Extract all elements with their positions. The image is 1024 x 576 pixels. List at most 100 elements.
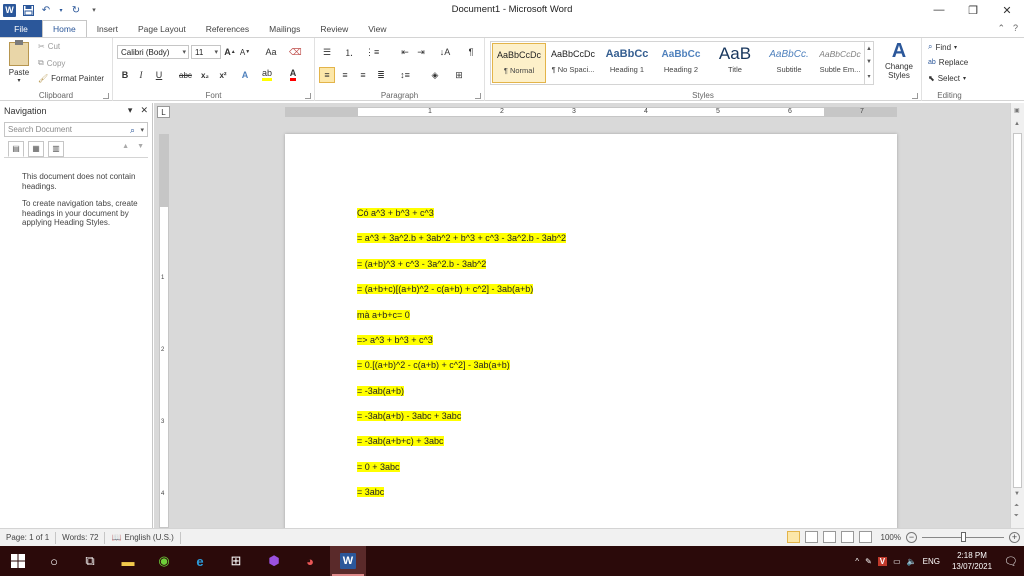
subscript-button[interactable]: x₂	[199, 68, 211, 82]
decrease-indent-icon[interactable]: ⇤	[399, 45, 411, 59]
zoom-knob[interactable]	[960, 532, 966, 542]
chrome-icon[interactable]: ◕	[292, 546, 328, 576]
redo-icon[interactable]: ↻	[70, 4, 82, 16]
undo-dropdown-icon[interactable]: ▾	[58, 4, 64, 16]
next-icon[interactable]: ▼	[137, 143, 144, 150]
show-hide-button[interactable]: ¶	[465, 45, 477, 59]
tab-home[interactable]: Home	[42, 20, 87, 37]
superscript-button[interactable]: x²	[217, 68, 229, 82]
change-styles-button[interactable]: A Change Styles	[879, 40, 919, 80]
paste-button[interactable]: Paste ▾	[6, 40, 32, 84]
language-indicator[interactable]: 📖 English (U.S.)	[105, 531, 181, 544]
text-line[interactable]: = (a+b)^3 + c^3 - 3a^2.b - 3ab^2	[357, 259, 487, 269]
strikethrough-button[interactable]: abc	[179, 68, 192, 82]
style-title[interactable]: AaB Title	[708, 43, 762, 83]
replace-button[interactable]: ab Replace	[928, 58, 968, 67]
clipboard-launcher-icon[interactable]	[103, 93, 109, 99]
style-subtitle[interactable]: AaBbCc. Subtitle	[762, 43, 816, 83]
bold-button[interactable]: B	[119, 68, 131, 82]
tab-page-layout[interactable]: Page Layout	[128, 20, 196, 37]
italic-button[interactable]: I	[135, 68, 147, 82]
clear-formatting-icon[interactable]: ⌫	[289, 45, 302, 59]
align-center-icon[interactable]: ≡	[339, 68, 351, 82]
cut-button[interactable]: ✂ Cut	[38, 42, 60, 51]
font-name-select[interactable]: Calibri (Body) ▾	[117, 45, 189, 59]
nav-options-icon[interactable]: ▾	[128, 105, 133, 116]
search-circle-icon[interactable]: ○	[36, 546, 72, 576]
text-line[interactable]: = 3abc	[357, 487, 385, 497]
minimize-ribbon-icon[interactable]: ⌃	[997, 23, 1005, 34]
increase-indent-icon[interactable]: ⇥	[415, 45, 427, 59]
scrollbar-thumb[interactable]	[1013, 133, 1022, 488]
browse-pages-icon[interactable]: ▦	[28, 140, 44, 157]
font-launcher-icon[interactable]	[305, 93, 311, 99]
pen-icon[interactable]: ✎	[865, 557, 872, 566]
search-icon[interactable]: ⌕	[130, 125, 135, 136]
save-icon[interactable]	[22, 4, 34, 16]
start-button[interactable]	[0, 546, 36, 576]
minimize-icon[interactable]: —	[922, 0, 956, 20]
previous-page-icon[interactable]: ⏶	[1014, 503, 1019, 510]
styles-launcher-icon[interactable]	[912, 93, 918, 99]
ruler-toggle-icon[interactable]: ▣	[1014, 107, 1020, 114]
file-explorer-icon[interactable]: ▬	[110, 546, 146, 576]
clock[interactable]: 2:18 PM 13/07/2021	[952, 550, 992, 572]
multilevel-list-icon[interactable]: ⋮≡	[365, 45, 379, 59]
tab-mailings[interactable]: Mailings	[259, 20, 310, 37]
text-line[interactable]: = 0.[(a+b)^2 - c(a+b) + c^2] - 3ab(a+b)	[357, 360, 510, 370]
show-hidden-icons-icon[interactable]: ^	[855, 557, 859, 566]
nox-icon[interactable]: ⬢	[256, 546, 292, 576]
sort-icon[interactable]: ↓A	[439, 45, 451, 59]
tab-review[interactable]: Review	[310, 20, 358, 37]
browse-headings-icon[interactable]: ▤	[8, 140, 24, 157]
text-line[interactable]: = (a+b+c)[(a+b)^2 - c(a+b) + c^2] - 3ab(…	[357, 284, 534, 294]
style-no-spacing[interactable]: AaBbCcDc ¶ No Spaci...	[546, 43, 600, 83]
browse-results-icon[interactable]: ▥	[48, 140, 64, 157]
nav-close-icon[interactable]: ✕	[140, 105, 148, 116]
zoom-level[interactable]: 100%	[881, 533, 901, 542]
undo-icon[interactable]: ↶	[40, 4, 52, 16]
search-document-input[interactable]: Search Document ⌕ ▾	[4, 122, 148, 137]
shading-icon[interactable]: ◈	[429, 68, 441, 82]
text-line[interactable]: = a^3 + 3a^2.b + 3ab^2 + b^3 + c^3 - 3a^…	[357, 233, 566, 243]
web-layout-view-button[interactable]	[822, 531, 836, 543]
print-layout-view-button[interactable]	[786, 531, 800, 543]
select-button[interactable]: ⬉ Select ▾	[928, 74, 966, 83]
tab-view[interactable]: View	[358, 20, 396, 37]
underline-button[interactable]: U	[153, 68, 165, 82]
page-count[interactable]: Page: 1 of 1	[0, 531, 57, 544]
text-effects-icon[interactable]: A	[239, 68, 251, 82]
next-page-icon[interactable]: ⏷	[1014, 513, 1019, 520]
scroll-up-icon[interactable]: ▲	[866, 46, 872, 52]
customize-qat-icon[interactable]: ▾	[88, 4, 100, 16]
word-count[interactable]: Words: 72	[56, 531, 106, 544]
vietkey-icon[interactable]: V	[877, 556, 888, 566]
text-line[interactable]: Có a^3 + b^3 + c^3	[357, 208, 434, 218]
help-icon[interactable]: ?	[1013, 23, 1018, 34]
word-logo-icon[interactable]: W	[3, 3, 16, 17]
more-styles-icon[interactable]: ▾	[867, 73, 870, 80]
text-line[interactable]: = 0 + 3abc	[357, 462, 400, 472]
align-right-icon[interactable]: ≡	[357, 68, 369, 82]
style-heading-1[interactable]: AaBbCc Heading 1	[600, 43, 654, 83]
format-painter-button[interactable]: 🖌 Format Painter	[38, 74, 104, 83]
text-line[interactable]: mà a+b+c= 0	[357, 310, 410, 320]
font-color-button[interactable]: A	[287, 68, 299, 82]
full-screen-reading-view-button[interactable]	[804, 531, 818, 543]
style-heading-2[interactable]: AaBbCc Heading 2	[654, 43, 708, 83]
find-button[interactable]: ⌕ Find ▾	[928, 42, 957, 52]
font-size-select[interactable]: 11 ▾	[191, 45, 221, 59]
close-icon[interactable]: ✕	[990, 0, 1024, 20]
style-normal[interactable]: AaBbCcDc ¶ Normal	[492, 43, 546, 83]
tab-insert[interactable]: Insert	[87, 20, 128, 37]
zoom-slider[interactable]	[922, 531, 1004, 543]
edge-icon[interactable]: e	[182, 546, 218, 576]
restore-icon[interactable]: ❐	[956, 0, 990, 20]
align-left-icon[interactable]: ≡	[319, 67, 335, 83]
scroll-down-icon[interactable]: ▼	[866, 59, 872, 65]
document-page[interactable]: Có a^3 + b^3 + c^3 = a^3 + 3a^2.b + 3ab^…	[285, 134, 897, 528]
scroll-up-arrow-icon[interactable]: ▲	[1014, 121, 1020, 127]
outline-view-button[interactable]	[840, 531, 854, 543]
previous-icon[interactable]: ▲	[122, 143, 129, 150]
line-spacing-icon[interactable]: ↕≡	[399, 68, 411, 82]
